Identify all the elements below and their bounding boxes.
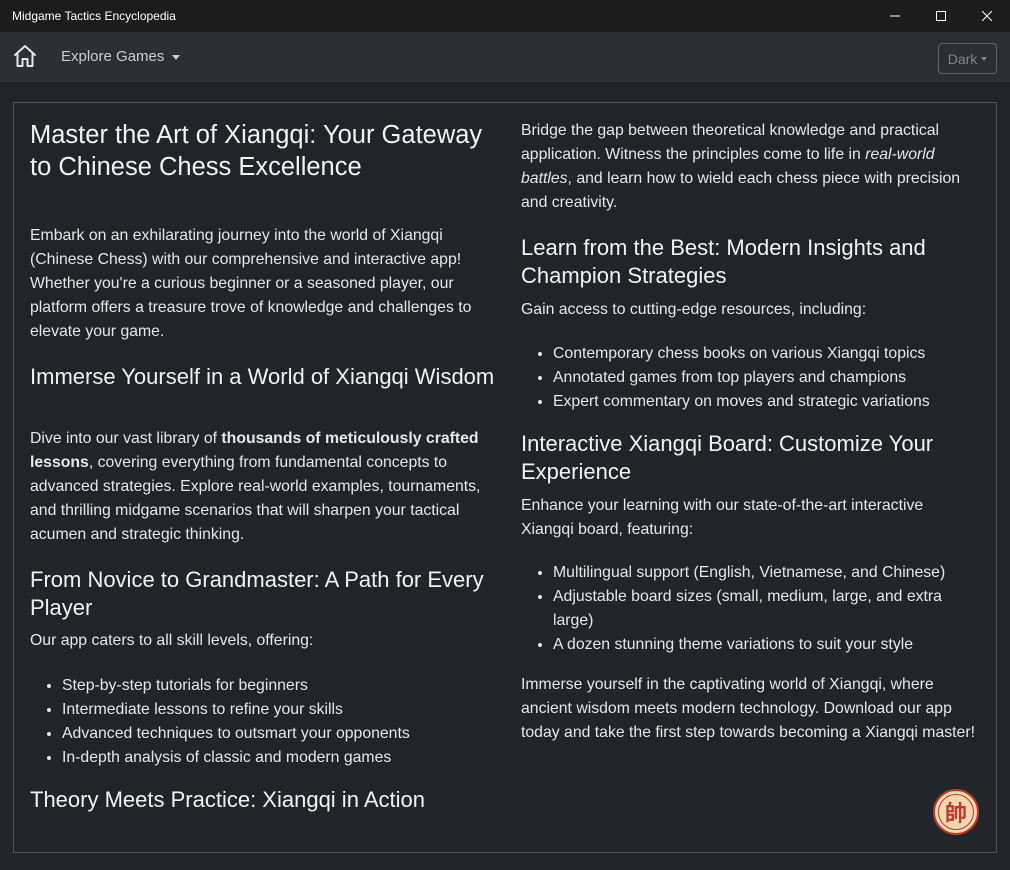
list-item: Multilingual support (English, Vietnames…: [553, 561, 977, 585]
list-item: Step-by-step tutorials for beginners: [62, 674, 495, 698]
immerse-text-start: Dive into our vast library of: [30, 430, 222, 447]
list-item: Advanced techniques to outsmart your opp…: [62, 722, 495, 746]
novice-paragraph: Our app caters to all skill levels, offe…: [30, 632, 314, 649]
theme-dropdown[interactable]: Dark: [938, 43, 997, 74]
theme-label: Dark: [947, 50, 978, 67]
board-paragraph: Enhance your learning with our state-of-…: [521, 497, 924, 538]
intro-paragraph: Embark on an exhilarating journey into t…: [30, 227, 472, 340]
immerse-paragraph: Dive into our vast library of thousands …: [30, 427, 495, 547]
chevron-down-icon: [172, 54, 181, 60]
list-item: A dozen stunning theme variations to sui…: [553, 633, 977, 657]
theory-paragraph: Bridge the gap between theoretical knowl…: [521, 119, 977, 215]
close-button[interactable]: [964, 0, 1010, 32]
closing-paragraph: Immerse yourself in the captivating worl…: [521, 676, 975, 741]
page-title: Master the Art of Xiangqi: Your Gateway …: [30, 121, 483, 181]
explore-games-dropdown[interactable]: Explore Games: [61, 48, 181, 65]
list-item: Adjustable board sizes (small, medium, l…: [553, 585, 977, 633]
maximize-button[interactable]: [918, 0, 964, 32]
theory-text-end: , and learn how to wield each chess piec…: [521, 170, 961, 211]
nav-bar: Explore Games Dark: [0, 32, 1010, 82]
piece-glyph: 帥: [944, 802, 967, 827]
board-list: Multilingual support (English, Vietnames…: [521, 561, 977, 657]
list-item: Annotated games from top players and cha…: [553, 366, 977, 390]
list-item: Intermediate lessons to refine your skil…: [62, 698, 495, 722]
chevron-down-icon: [981, 57, 988, 61]
best-list: Contemporary chess books on various Xian…: [521, 342, 977, 414]
minimize-button[interactable]: [872, 0, 918, 32]
list-item: Expert commentary on moves and strategic…: [553, 390, 977, 414]
board-heading: Interactive Xiangqi Board: Customize You…: [521, 431, 934, 484]
app-window: Midgame Tactics Encyclopedia Explore Gam…: [0, 0, 1010, 870]
novice-list: Step-by-step tutorials for beginners Int…: [30, 674, 495, 770]
list-item: Contemporary chess books on various Xian…: [553, 342, 977, 366]
home-icon: [14, 45, 36, 67]
xiangqi-general-piece-icon[interactable]: 帥: [933, 789, 979, 835]
close-icon: [982, 11, 992, 21]
piece-inner-ring: 帥: [938, 794, 974, 830]
maximize-icon: [936, 11, 946, 21]
home-button[interactable]: [12, 43, 38, 69]
immerse-heading: Immerse Yourself in a World of Xiangqi W…: [30, 364, 495, 389]
theory-heading: Theory Meets Practice: Xiangqi in Action: [30, 787, 425, 812]
explore-games-label: Explore Games: [61, 48, 165, 65]
window-title: Midgame Tactics Encyclopedia: [12, 9, 176, 23]
novice-heading: From Novice to Grandmaster: A Path for E…: [30, 567, 484, 620]
best-paragraph: Gain access to cutting-edge resources, i…: [521, 301, 867, 318]
list-item: In-depth analysis of classic and modern …: [62, 746, 495, 770]
content-card: Master the Art of Xiangqi: Your Gateway …: [13, 102, 997, 853]
minimize-icon: [890, 15, 900, 17]
title-bar: Midgame Tactics Encyclopedia: [0, 0, 1010, 32]
immerse-text-end: , covering everything from fundamental c…: [30, 454, 481, 543]
best-heading: Learn from the Best: Modern Insights and…: [521, 235, 926, 288]
